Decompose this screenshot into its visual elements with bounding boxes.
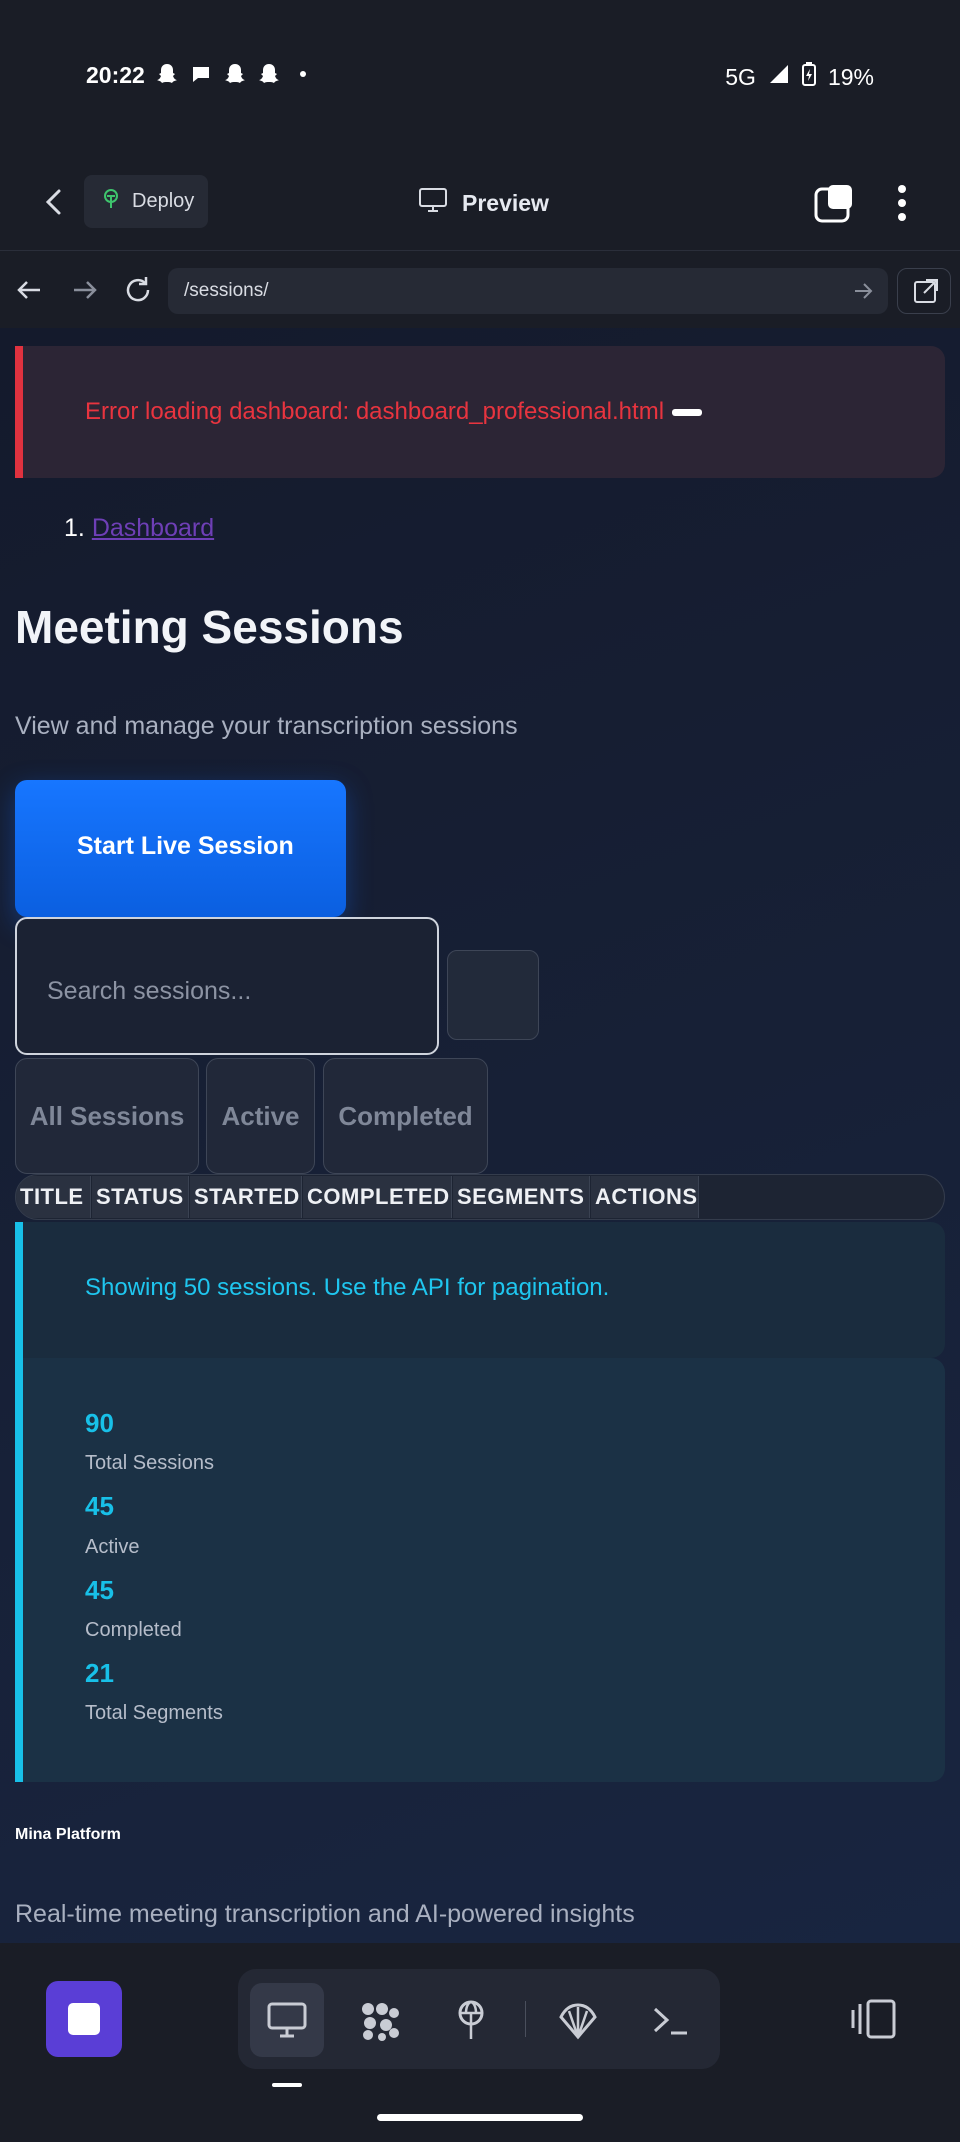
- stop-icon: [68, 2003, 100, 2035]
- app-topbar: Deploy Preview: [0, 155, 960, 251]
- reload-icon[interactable]: [122, 274, 154, 306]
- browser-back-icon[interactable]: [14, 274, 46, 306]
- footer-tagline: Real-time meeting transcription and AI-p…: [15, 1900, 635, 1928]
- panel-layout-icon[interactable]: [850, 1998, 898, 2040]
- open-external-icon[interactable]: [897, 268, 951, 314]
- stop-button[interactable]: [46, 1981, 122, 2057]
- monitor-icon[interactable]: [250, 1983, 324, 2057]
- stat-completed-label: Completed: [85, 1619, 182, 1641]
- search-button[interactable]: [447, 950, 539, 1040]
- deploy-button[interactable]: Deploy: [84, 175, 208, 228]
- url-input[interactable]: /sessions/: [168, 268, 888, 314]
- browser-urlbar: /sessions/: [0, 252, 960, 328]
- grid-apps-icon[interactable]: [342, 1983, 416, 2057]
- shell-icon[interactable]: [541, 1983, 615, 2057]
- footer-brand: Mina Platform: [15, 1826, 121, 1843]
- info-alert: Showing 50 sessions. Use the API for pag…: [15, 1222, 945, 1358]
- stat-active-label: Active: [85, 1536, 140, 1558]
- snapchat-icon: [257, 62, 281, 86]
- stat-total-segments-value: 21: [85, 1658, 114, 1688]
- error-alert: Error loading dashboard: dashboard_profe…: [15, 346, 945, 478]
- breadcrumb-dashboard-link[interactable]: Dashboard: [92, 514, 214, 542]
- notification-icons: [155, 62, 315, 86]
- tool-group: [238, 1969, 720, 2069]
- stats-panel: 90 Total Sessions 45 Active 45 Completed…: [15, 1358, 945, 1782]
- status-right: 5G 19%: [725, 62, 874, 92]
- breadcrumb: 1. Dashboard: [64, 514, 214, 543]
- status-bar: 20:22 5G 19%: [0, 0, 960, 155]
- deploy-icon: [100, 188, 122, 216]
- stat-active-value: 45: [85, 1491, 114, 1521]
- go-arrow-icon[interactable]: [852, 280, 874, 302]
- col-completed[interactable]: COMPLETED: [303, 1176, 452, 1218]
- chat-bubble-icon: [189, 62, 213, 86]
- snapchat-icon: [155, 62, 179, 86]
- deploy-tool-icon[interactable]: [434, 1983, 508, 2057]
- more-menu-icon[interactable]: [890, 181, 914, 225]
- filter-all-sessions[interactable]: All Sessions: [15, 1058, 199, 1174]
- col-segments[interactable]: SEGMENTS: [453, 1176, 590, 1218]
- start-live-session-button[interactable]: Start Live Session: [15, 780, 346, 917]
- snapchat-icon: [223, 62, 247, 86]
- signal-icon: [768, 63, 790, 91]
- stat-total-sessions-label: Total Sessions: [85, 1452, 214, 1474]
- stat-total-sessions-value: 90: [85, 1408, 114, 1438]
- search-input[interactable]: Search sessions...: [15, 917, 439, 1055]
- monitor-icon: [418, 187, 448, 219]
- page-title: Meeting Sessions: [15, 601, 404, 653]
- stat-completed-value: 45: [85, 1575, 114, 1605]
- bottom-toolbar: [0, 1943, 960, 2142]
- col-status[interactable]: STATUS: [92, 1176, 189, 1218]
- breadcrumb-index: 1.: [64, 514, 85, 542]
- col-title[interactable]: TITLE: [16, 1176, 91, 1218]
- dismiss-icon[interactable]: [672, 409, 703, 417]
- network-label: 5G: [725, 63, 756, 90]
- web-viewport: Error loading dashboard: dashboard_profe…: [0, 328, 960, 1943]
- col-actions[interactable]: ACTIONS: [591, 1176, 699, 1218]
- back-icon[interactable]: [38, 185, 72, 219]
- preview-label: Preview: [462, 189, 549, 216]
- filter-completed[interactable]: Completed: [323, 1058, 488, 1174]
- terminal-icon[interactable]: [633, 1983, 707, 2057]
- home-indicator[interactable]: [377, 2114, 583, 2121]
- status-time: 20:22: [86, 62, 145, 88]
- battery-percent: 19%: [827, 63, 874, 90]
- info-text: Showing 50 sessions. Use the API for pag…: [85, 1274, 610, 1301]
- col-started[interactable]: STARTED: [190, 1176, 302, 1218]
- page-subtitle: View and manage your transcription sessi…: [15, 712, 518, 740]
- dot-icon: [291, 62, 315, 86]
- toolbar-divider: [525, 2001, 526, 2037]
- preview-tab[interactable]: Preview: [418, 187, 549, 219]
- filter-active[interactable]: Active: [206, 1058, 315, 1174]
- deploy-label: Deploy: [132, 190, 195, 212]
- url-text: /sessions/: [184, 280, 269, 301]
- stat-total-segments-label: Total Segments: [85, 1702, 223, 1724]
- error-text: Error loading dashboard: dashboard_profe…: [85, 398, 703, 426]
- active-tab-indicator: [272, 2083, 302, 2087]
- tabs-icon[interactable]: [814, 183, 854, 223]
- sessions-table-header: TITLE STATUS STARTED COMPLETED SEGMENTS …: [15, 1174, 945, 1220]
- error-message: Error loading dashboard: dashboard_profe…: [85, 398, 665, 425]
- battery-icon: [801, 62, 816, 92]
- browser-forward-icon[interactable]: [68, 274, 100, 306]
